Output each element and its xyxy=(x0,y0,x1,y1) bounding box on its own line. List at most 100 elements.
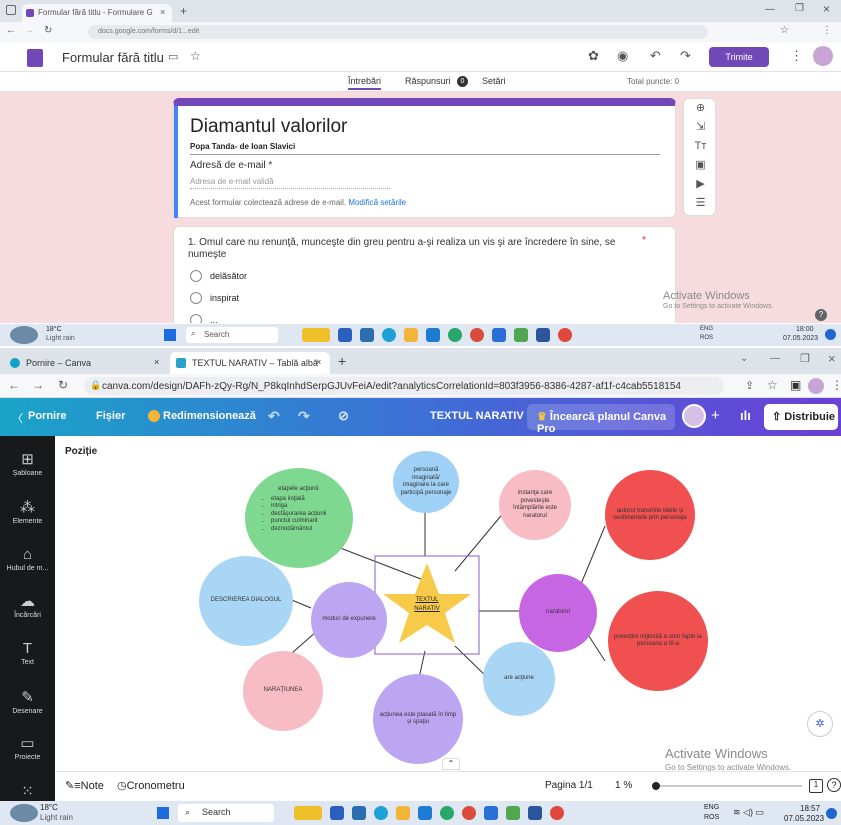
lang-1[interactable]: ENG xyxy=(704,804,719,811)
close-window-icon[interactable]: × xyxy=(823,2,830,16)
app-icon[interactable] xyxy=(360,328,374,342)
clock-date[interactable]: 07.05.2023 xyxy=(784,814,824,823)
option-3[interactable]: ... xyxy=(190,314,218,323)
sidebar-brand-hub[interactable]: ⌂ Hubul de m... xyxy=(0,546,55,572)
close-tab-icon[interactable]: × xyxy=(160,7,165,17)
node-pink-bottom[interactable]: NARAŢIUNEA xyxy=(243,651,323,731)
windows-start-icon[interactable] xyxy=(157,807,169,819)
forms-tab[interactable]: Formular fără titlu - Formulare G × xyxy=(22,4,172,22)
node-red-right[interactable]: povestire mijlocită a unor fapte la pers… xyxy=(608,591,708,691)
clock-date[interactable]: 07.05.2023 xyxy=(783,335,818,342)
forms-url-field[interactable]: docs.google.com/forms/d/1...edit xyxy=(88,25,708,39)
node-purple-right[interactable]: naratorul xyxy=(519,574,597,652)
app-icon[interactable] xyxy=(448,328,462,342)
network-icon[interactable]: ≋ ◁) ▭ xyxy=(733,807,764,818)
restore-icon[interactable]: ❐ xyxy=(795,3,804,14)
saved-check-icon[interactable]: ⊘ xyxy=(338,408,349,424)
form-title[interactable]: Diamantul valorilor xyxy=(190,116,347,138)
side-panel-icon[interactable]: ▣ xyxy=(790,378,801,392)
add-question-icon[interactable]: ⊕ xyxy=(684,99,717,118)
center-node-label[interactable]: TEXTUL NARATIV xyxy=(401,596,453,614)
account-avatar[interactable] xyxy=(813,46,833,66)
new-tab-icon[interactable]: + xyxy=(338,353,346,369)
close-window-icon[interactable]: × xyxy=(828,351,836,366)
star-icon[interactable]: ☆ xyxy=(780,25,789,36)
node-pink-top[interactable]: instanţa care povesteşte întâmplările es… xyxy=(499,470,571,540)
notification-icon[interactable] xyxy=(825,329,836,340)
folder-icon[interactable]: ▭ xyxy=(168,50,178,63)
node-purple-left[interactable]: moduri de expunere xyxy=(311,582,387,658)
reload-icon[interactable]: ↻ xyxy=(58,378,68,392)
sidebar-apps[interactable]: ⁙ xyxy=(0,782,55,802)
canva-url-field[interactable]: 🔒 canva.com/design/DAFh-zQy-Rg/N_P8kqInhd… xyxy=(84,377,724,395)
new-tab-icon[interactable]: + xyxy=(180,4,187,18)
taskbar-search[interactable]: ⌕ Search xyxy=(186,327,278,343)
windows-start-icon[interactable] xyxy=(164,329,176,341)
menu-icon[interactable]: ⋮ xyxy=(831,378,841,392)
import-questions-icon[interactable]: ⇲ xyxy=(684,118,717,137)
back-icon[interactable]: ← xyxy=(6,25,16,36)
radio-icon[interactable] xyxy=(190,314,202,323)
close-tab-icon[interactable]: × xyxy=(316,357,321,367)
form-description[interactable]: Popa Tanda- de Ioan Slavici xyxy=(190,142,660,155)
reload-icon[interactable]: ↻ xyxy=(44,25,52,36)
preview-icon[interactable]: ◉ xyxy=(617,48,628,64)
task-view-icon[interactable] xyxy=(330,806,344,820)
store-icon[interactable] xyxy=(418,806,432,820)
radio-icon[interactable] xyxy=(190,270,202,282)
user-avatar[interactable] xyxy=(682,404,706,428)
app-icon[interactable] xyxy=(506,806,520,820)
file-menu-button[interactable]: Fișier xyxy=(96,410,125,422)
palette-icon[interactable]: ✿ xyxy=(588,48,599,64)
restore-icon[interactable]: ❐ xyxy=(800,352,810,365)
connector-line[interactable] xyxy=(334,545,427,582)
app-icon[interactable] xyxy=(440,806,454,820)
add-title-icon[interactable]: Tт xyxy=(684,137,717,156)
home-button[interactable]: Pornire xyxy=(28,410,67,422)
word-icon[interactable] xyxy=(536,328,550,342)
clock-time[interactable]: 18:57 xyxy=(800,804,820,813)
resize-button[interactable]: Redimensionează xyxy=(163,410,256,422)
forward-icon[interactable]: → xyxy=(32,378,44,392)
bookmark-star-icon[interactable]: ☆ xyxy=(767,378,778,392)
timer-button[interactable]: ◷ Cronometru xyxy=(117,779,185,793)
widget-icon[interactable] xyxy=(294,806,322,820)
sidebar-templates[interactable]: ⊞ Șabloane xyxy=(0,450,55,477)
document-title[interactable]: TEXTUL NARATIV xyxy=(430,410,524,422)
undo-icon[interactable]: ↶ xyxy=(650,48,661,64)
zoom-slider-handle[interactable] xyxy=(652,782,660,790)
redo-icon[interactable]: ↷ xyxy=(298,408,310,425)
sidebar-draw[interactable]: ✎ Desenare xyxy=(0,688,55,715)
zoom-slider-track[interactable] xyxy=(652,785,802,787)
store-icon[interactable] xyxy=(426,328,440,342)
app-icon[interactable] xyxy=(514,328,528,342)
option-1[interactable]: delăsător xyxy=(190,270,247,282)
redo-icon[interactable]: ↷ xyxy=(680,48,691,64)
chevron-left-icon[interactable]: 〈 xyxy=(12,410,23,426)
tab-responses[interactable]: Răspunsuri xyxy=(405,76,451,86)
node-blue-top[interactable]: persoană imaginată/ imaginare la care pa… xyxy=(393,451,459,513)
magic-assist-icon[interactable]: ✲ xyxy=(807,711,833,737)
add-video-icon[interactable]: ▶ xyxy=(684,175,717,194)
minimize-icon[interactable]: — xyxy=(765,4,775,15)
connector-line[interactable] xyxy=(454,510,506,572)
chrome-icon[interactable] xyxy=(550,806,564,820)
clock-time[interactable]: 18:00 xyxy=(796,326,814,333)
node-red-top[interactable]: autorul transmite ideile și sentimentele… xyxy=(605,470,695,560)
app-icon[interactable] xyxy=(462,806,476,820)
widget-icon[interactable] xyxy=(302,328,330,342)
add-section-icon[interactable]: ☰ xyxy=(684,194,717,213)
more-options-icon[interactable]: ⋮ xyxy=(790,48,803,64)
form-name[interactable]: Formular fără titlu xyxy=(62,50,164,65)
lang-2[interactable]: ROS xyxy=(700,335,713,341)
weather-icon[interactable] xyxy=(10,326,38,344)
task-view-icon[interactable] xyxy=(338,328,352,342)
mail-icon[interactable] xyxy=(484,806,498,820)
analytics-icon[interactable]: ılı xyxy=(740,408,751,423)
form-title-card[interactable]: Diamantul valorilor Popa Tanda- de Ioan … xyxy=(173,98,676,218)
forward-icon[interactable]: → xyxy=(24,25,34,36)
question-text[interactable]: 1. Omul care nu renunţă, munceşte din gr… xyxy=(188,237,643,261)
app-icon[interactable] xyxy=(352,806,366,820)
chrome-icon[interactable] xyxy=(558,328,572,342)
mail-icon[interactable] xyxy=(492,328,506,342)
